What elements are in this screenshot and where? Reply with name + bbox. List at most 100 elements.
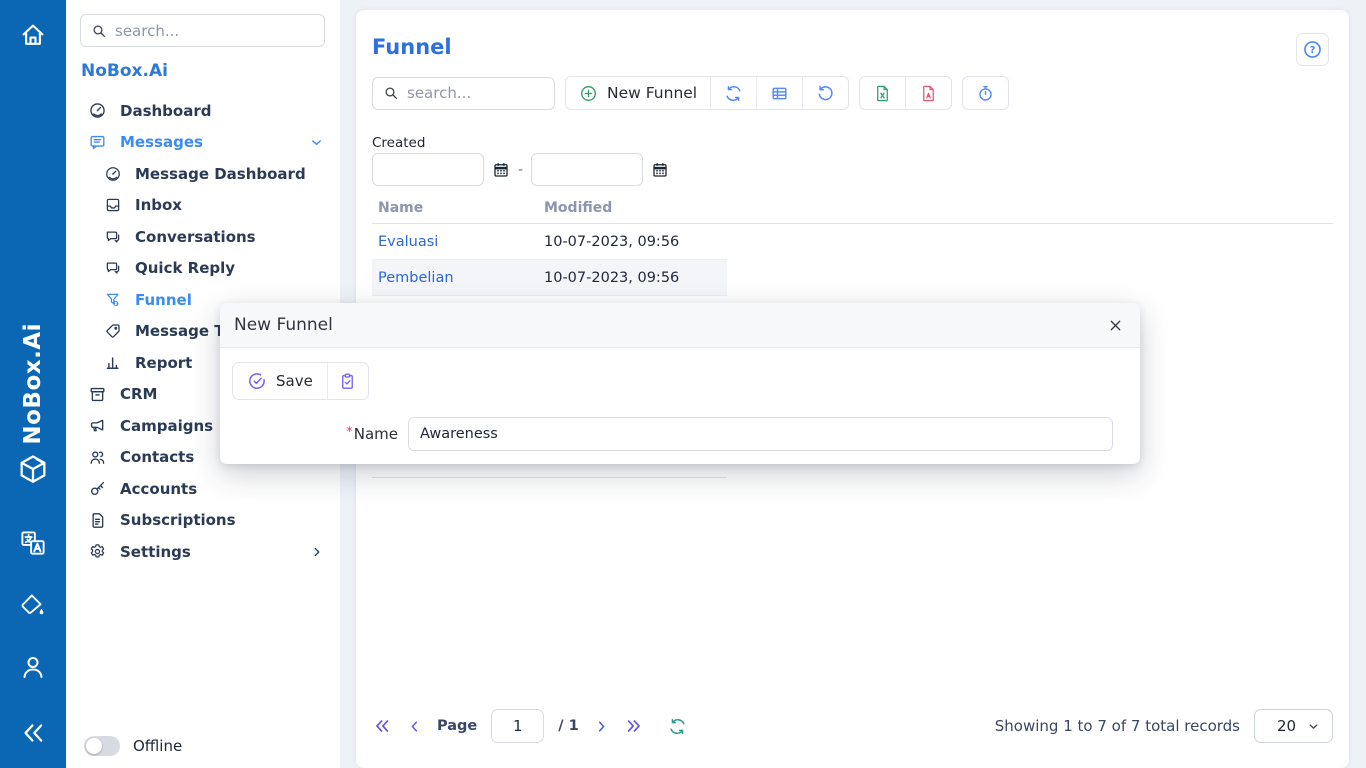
paint-bucket-icon[interactable]	[19, 592, 47, 620]
modified-value: 10-07-2023, 09:56	[544, 270, 679, 286]
message-icon	[88, 133, 107, 152]
users-icon	[88, 448, 107, 467]
svg-text:?: ?	[1310, 45, 1316, 56]
sidebar-item-subscriptions[interactable]: Subscriptions	[66, 505, 340, 537]
primary-actions-group: New Funnel	[565, 76, 849, 110]
user-icon[interactable]	[18, 652, 48, 682]
offline-toggle[interactable]	[84, 736, 120, 756]
clipboard-check-icon	[338, 372, 357, 391]
column-header-name[interactable]: Name	[372, 200, 544, 216]
sidebar-search[interactable]	[80, 14, 325, 47]
reload-table-icon[interactable]	[668, 717, 687, 736]
save-and-continue-button[interactable]	[327, 363, 368, 399]
sidebar-item-inbox[interactable]: Inbox	[66, 190, 340, 222]
gear-icon	[88, 542, 107, 561]
translate-icon[interactable]	[18, 528, 48, 558]
inbox-icon	[104, 196, 122, 214]
chat-icon	[104, 259, 122, 277]
sidebar-item-accounts[interactable]: Accounts	[66, 473, 340, 505]
sidebar-item-conversations[interactable]: Conversations	[66, 221, 340, 253]
table-icon	[770, 84, 789, 103]
rail-brand-vertical: NoBox.Ai	[0, 310, 66, 458]
save-button[interactable]: Save	[233, 363, 327, 399]
name-field-row: *Name	[232, 417, 1113, 451]
sidebar-item-messages[interactable]: Messages	[66, 127, 340, 159]
gauge-icon	[104, 165, 122, 183]
box-logo-icon[interactable]	[16, 452, 50, 486]
funnel-search[interactable]	[372, 77, 555, 110]
sidebar-item-quick-reply[interactable]: Quick Reply	[66, 253, 340, 285]
home-icon[interactable]	[18, 20, 48, 50]
modal-header: New Funnel	[220, 303, 1140, 348]
export-group	[859, 76, 952, 110]
chevron-down-icon[interactable]	[309, 135, 324, 150]
sidebar-item-settings[interactable]: Settings	[66, 536, 340, 568]
table-row[interactable]: Pembelian 10-07-2023, 09:56	[372, 260, 727, 296]
close-icon[interactable]	[1107, 317, 1124, 334]
calendar-icon[interactable]	[492, 161, 510, 179]
toolbar: New Funnel	[372, 76, 1009, 110]
modal-title: New Funnel	[234, 315, 333, 335]
brand-name: NoBox.Ai	[81, 61, 168, 81]
records-summary: Showing 1 to 7 of 7 total records	[995, 717, 1240, 735]
icon-rail: NoBox.Ai	[0, 0, 66, 768]
search-icon	[383, 85, 399, 101]
date-range-separator: -	[518, 162, 523, 178]
help-button[interactable]: ?	[1296, 33, 1329, 66]
funnel-name-link[interactable]: Pembelian	[372, 270, 544, 286]
refresh-icon	[724, 84, 743, 103]
collapse-sidebar-icon[interactable]	[18, 718, 48, 748]
table-row-divider	[372, 477, 727, 478]
schedule-group	[962, 76, 1009, 110]
next-page-icon[interactable]	[593, 718, 610, 735]
total-pages: / 1	[558, 718, 578, 734]
chevron-right-icon[interactable]	[310, 545, 324, 559]
pdf-file-icon	[919, 84, 938, 103]
chevron-down-icon	[1307, 720, 1320, 733]
column-header-modified[interactable]: Modified	[544, 200, 612, 216]
table-view-button[interactable]	[756, 77, 802, 109]
page-label: Page	[437, 718, 477, 734]
date-from-input[interactable]	[372, 153, 484, 186]
bar-chart-icon	[104, 354, 122, 372]
sidebar-item-dashboard[interactable]: Dashboard	[66, 95, 340, 127]
rotate-ccw-icon	[816, 84, 835, 103]
table-body: Evaluasi 10-07-2023, 09:56 Pembelian 10-…	[372, 224, 727, 296]
modal-actions: Save	[232, 362, 369, 400]
last-page-icon[interactable]	[624, 716, 644, 736]
pagination-bar: Page / 1 Showing 1 to 7 of 7 total recor…	[372, 708, 1333, 744]
sidebar-item-message-dashboard[interactable]: Message Dashboard	[66, 158, 340, 190]
funnel-search-input[interactable]	[407, 84, 544, 102]
calendar-icon[interactable]	[651, 161, 669, 179]
gauge-icon	[88, 101, 107, 120]
chat-icon	[104, 228, 122, 246]
page-title: Funnel	[372, 35, 452, 59]
stopwatch-button[interactable]	[963, 77, 1008, 109]
first-page-icon[interactable]	[372, 716, 392, 736]
export-pdf-button[interactable]	[905, 77, 951, 109]
created-filter-label: Created	[372, 135, 425, 151]
previous-page-icon[interactable]	[406, 718, 423, 735]
export-excel-button[interactable]	[860, 77, 905, 109]
tag-icon	[104, 322, 122, 340]
page-size-select[interactable]: 20	[1254, 709, 1333, 743]
new-funnel-modal: New Funnel Save *Name	[220, 303, 1140, 464]
plus-circle-icon	[579, 84, 598, 103]
funnel-icon	[104, 291, 122, 309]
search-icon	[91, 23, 107, 39]
stopwatch-icon	[976, 84, 995, 103]
refresh-button[interactable]	[710, 77, 756, 109]
date-to-input[interactable]	[531, 153, 643, 186]
table-row[interactable]: Evaluasi 10-07-2023, 09:56	[372, 224, 727, 260]
created-date-range: -	[372, 153, 669, 186]
check-circle-icon	[247, 371, 267, 391]
reset-button[interactable]	[802, 77, 848, 109]
name-field-input[interactable]	[408, 417, 1113, 451]
page-number-input[interactable]	[491, 709, 544, 743]
offline-label: Offline	[133, 737, 182, 755]
table-header: Name Modified	[372, 200, 612, 216]
new-funnel-button[interactable]: New Funnel	[566, 77, 710, 109]
file-text-icon	[88, 511, 107, 530]
sidebar-search-input[interactable]	[115, 22, 314, 40]
funnel-name-link[interactable]: Evaluasi	[372, 234, 544, 250]
